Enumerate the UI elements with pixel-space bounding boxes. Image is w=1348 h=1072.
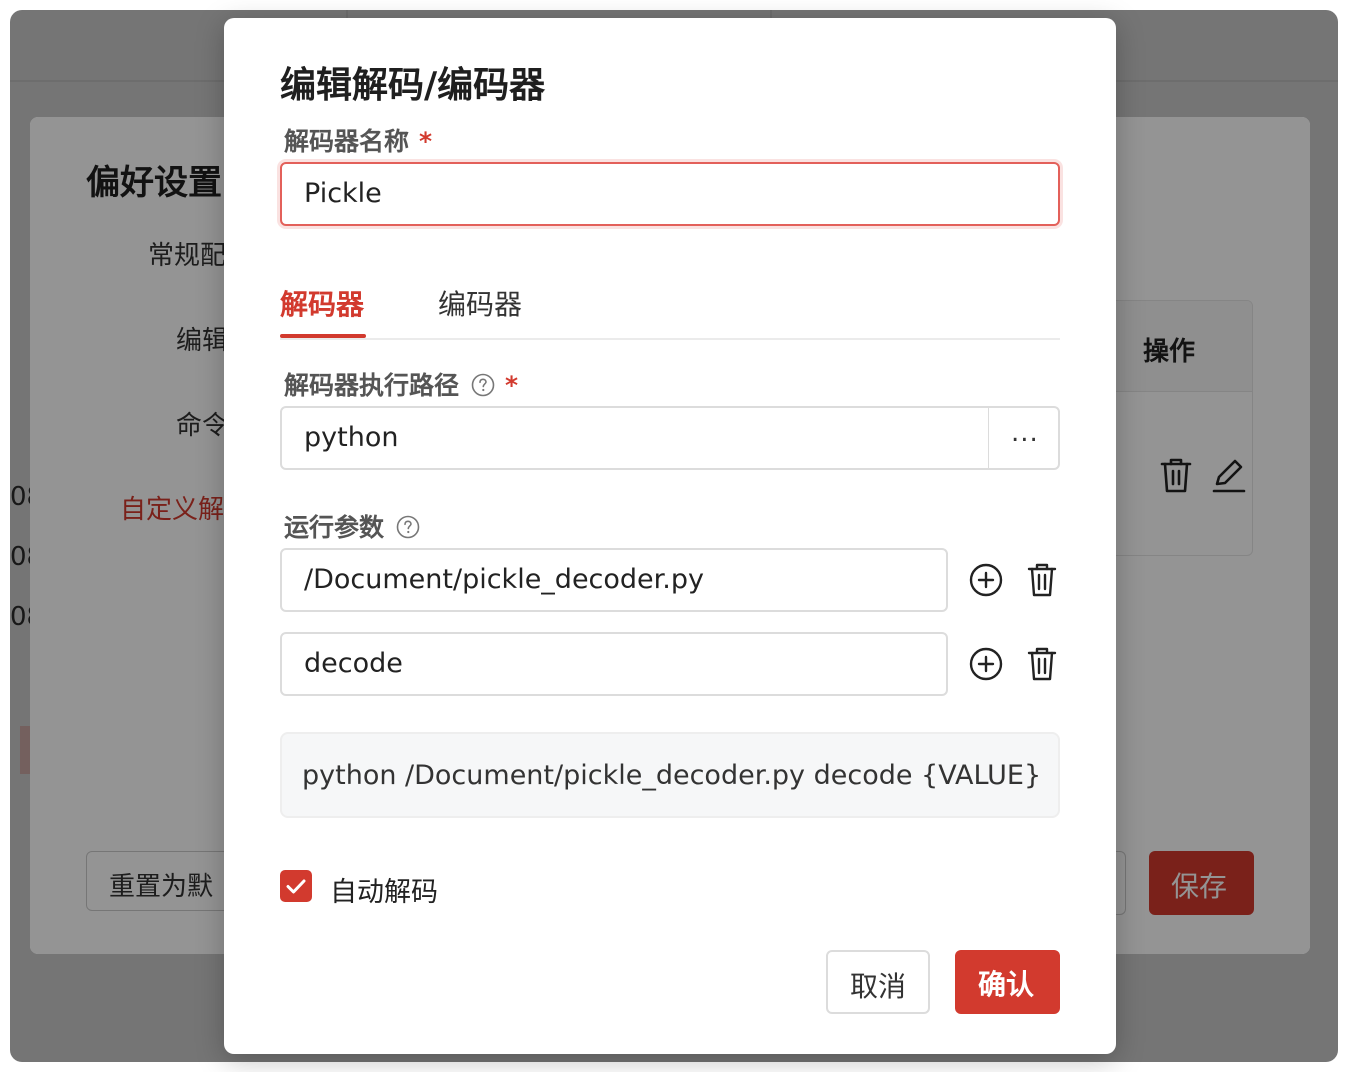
cancel-button[interactable]: 取消 bbox=[826, 950, 930, 1014]
cancel-label: 取消 bbox=[850, 970, 907, 1003]
auto-decode-label[interactable]: 自动解码 bbox=[330, 870, 438, 909]
browse-path-label: ... bbox=[1011, 418, 1039, 448]
decoder-name-label-text: 解码器名称 bbox=[284, 127, 410, 156]
delete-arg-icon[interactable] bbox=[1027, 646, 1057, 682]
add-arg-icon[interactable] bbox=[969, 647, 1003, 681]
tab-encoder[interactable]: 编码器 bbox=[438, 283, 522, 323]
question-circle-icon[interactable] bbox=[471, 373, 495, 397]
confirm-button[interactable]: 确认 bbox=[955, 950, 1060, 1014]
exec-path-value: python bbox=[304, 422, 399, 453]
check-icon bbox=[286, 879, 306, 894]
run-args-label: 运行参数 bbox=[284, 508, 420, 544]
tab-decoder[interactable]: 解码器 bbox=[280, 283, 364, 323]
arg-input[interactable]: decode bbox=[280, 632, 948, 696]
arg-value: decode bbox=[304, 648, 403, 679]
delete-arg-icon[interactable] bbox=[1027, 562, 1057, 598]
tab-bar-border bbox=[280, 338, 1060, 340]
auto-decode-checkbox[interactable] bbox=[280, 870, 312, 902]
active-tab-indicator bbox=[280, 334, 366, 338]
command-preview: python /Document/pickle_decoder.py decod… bbox=[280, 732, 1060, 818]
command-preview-text: python /Document/pickle_decoder.py decod… bbox=[302, 760, 1042, 791]
browse-path-button[interactable]: ... bbox=[988, 406, 1060, 470]
run-args-label-text: 运行参数 bbox=[284, 513, 385, 542]
arg-input[interactable]: /Document/pickle_decoder.py bbox=[280, 548, 948, 612]
modal-title: 编辑解码/编码器 bbox=[280, 65, 546, 106]
question-circle-icon[interactable] bbox=[396, 515, 420, 539]
decoder-name-label: 解码器名称 * bbox=[284, 122, 432, 158]
decoder-name-value: Pickle bbox=[304, 178, 382, 209]
arg-value: /Document/pickle_decoder.py bbox=[304, 564, 704, 595]
add-arg-icon[interactable] bbox=[969, 563, 1003, 597]
required-mark: * bbox=[419, 127, 433, 156]
required-mark: * bbox=[505, 371, 519, 400]
edit-decoder-modal: 编辑解码/编码器 解码器名称 * Pickle 解码器 编码器 解码器执行路径 *… bbox=[224, 18, 1116, 1054]
exec-path-input[interactable]: python bbox=[280, 406, 990, 470]
confirm-label: 确认 bbox=[978, 968, 1035, 1001]
decoder-name-input[interactable]: Pickle bbox=[280, 162, 1060, 226]
exec-path-label-text: 解码器执行路径 bbox=[284, 371, 460, 400]
exec-path-label: 解码器执行路径 * bbox=[284, 366, 518, 402]
